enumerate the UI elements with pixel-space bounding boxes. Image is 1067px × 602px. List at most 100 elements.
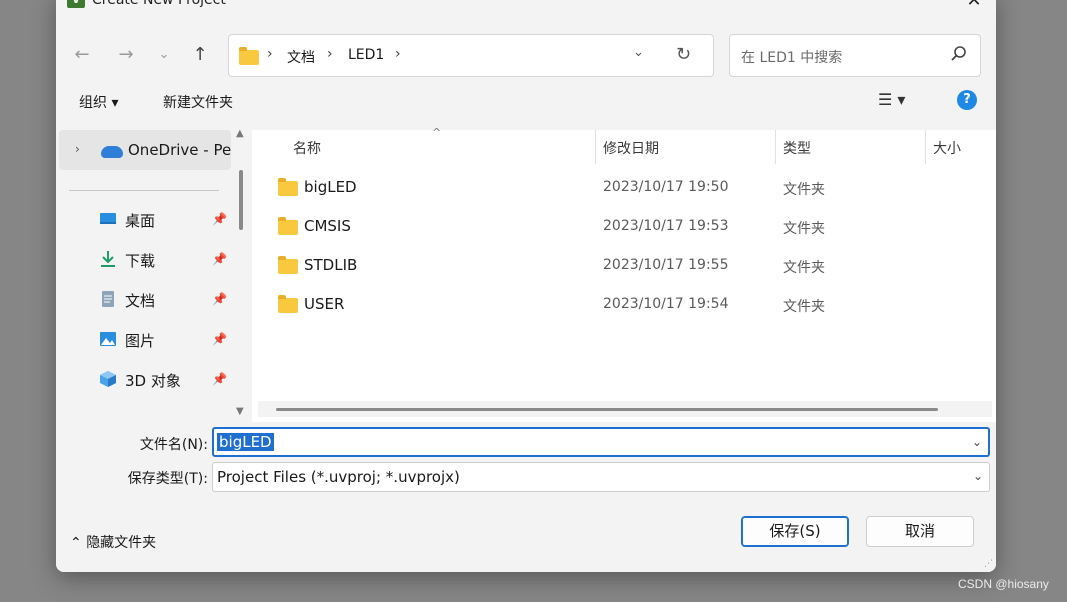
- back-arrow-icon[interactable]: ←: [70, 44, 94, 68]
- file-list-horizontal-scrollbar[interactable]: [258, 401, 992, 417]
- file-date: 2023/10/17 19:55: [603, 257, 729, 273]
- scroll-down-icon[interactable]: ▼: [236, 406, 244, 417]
- folder-icon: [278, 256, 298, 274]
- file-name: CMSIS: [304, 217, 351, 235]
- sidebar-item-downloads[interactable]: 下载 📌: [56, 243, 231, 277]
- scroll-thumb[interactable]: [239, 170, 243, 230]
- column-header-type[interactable]: 类型: [783, 138, 811, 158]
- file-type: 文件夹: [783, 260, 825, 276]
- file-row-user[interactable]: USER 2023/10/17 19:54 文件夹: [252, 286, 996, 325]
- breadcrumb-documents[interactable]: 文档: [287, 47, 315, 67]
- address-bar[interactable]: › 文档 › LED1 › ⌄ ↻: [228, 34, 714, 77]
- breadcrumb-separator: ›: [267, 46, 273, 62]
- pin-icon[interactable]: 📌: [212, 292, 227, 306]
- pin-icon[interactable]: 📌: [212, 252, 227, 266]
- desktop-icon: [100, 213, 116, 224]
- sidebar-item-pictures[interactable]: 图片 📌: [56, 323, 231, 357]
- column-divider[interactable]: [595, 130, 596, 164]
- file-name: USER: [304, 295, 345, 313]
- command-bar: 组织 ▾ 新建文件夹 ☰ ▾ ?: [56, 82, 996, 120]
- sort-ascending-icon: ^: [432, 126, 442, 139]
- download-icon: [101, 251, 115, 267]
- file-row-bigled[interactable]: bigLED 2023/10/17 19:50 文件夹: [252, 169, 996, 208]
- sidebar-item-desktop[interactable]: 桌面 📌: [56, 203, 231, 237]
- watermark: CSDN @hiosany: [958, 577, 1049, 591]
- file-row-stdlib[interactable]: STDLIB 2023/10/17 19:55 文件夹: [252, 247, 996, 286]
- help-icon[interactable]: ?: [957, 90, 977, 110]
- search-icon[interactable]: [950, 45, 968, 63]
- new-folder-button[interactable]: 新建文件夹: [163, 92, 233, 112]
- file-date: 2023/10/17 19:53: [603, 218, 729, 234]
- scroll-up-icon[interactable]: ▲: [236, 128, 244, 139]
- refresh-icon[interactable]: ↻: [676, 44, 691, 65]
- file-row-cmsis[interactable]: CMSIS 2023/10/17 19:53 文件夹: [252, 208, 996, 247]
- onedrive-cloud-icon: [101, 146, 123, 158]
- search-input[interactable]: 在 LED1 中搜索: [741, 47, 842, 67]
- sidebar-scrollbar[interactable]: ▲ ▼: [232, 128, 250, 422]
- chevron-down-icon[interactable]: ⌄: [973, 469, 983, 483]
- sidebar-item-onedrive[interactable]: › OneDrive - Per: [59, 130, 234, 170]
- search-box[interactable]: 在 LED1 中搜索: [729, 34, 981, 77]
- sidebar-item-label: 桌面: [125, 212, 156, 230]
- file-name: bigLED: [304, 178, 357, 196]
- filetype-select[interactable]: Project Files (*.uvproj; *.uvprojx) ⌄: [212, 462, 990, 492]
- breadcrumb-led1[interactable]: LED1: [348, 47, 384, 63]
- sidebar-divider: [69, 190, 219, 191]
- expand-chevron-icon[interactable]: ›: [75, 142, 80, 156]
- sidebar-item-label: 文档: [125, 292, 156, 310]
- breadcrumb-separator: ›: [327, 46, 333, 62]
- file-date: 2023/10/17 19:50: [603, 179, 729, 195]
- breadcrumb-separator: ›: [395, 46, 401, 62]
- hide-folders-label: 隐藏文件夹: [86, 535, 157, 551]
- pin-icon[interactable]: 📌: [212, 212, 227, 226]
- recent-locations-chevron-icon[interactable]: ⌄: [152, 44, 176, 68]
- file-type: 文件夹: [783, 182, 825, 198]
- folder-icon: [239, 47, 259, 65]
- address-dropdown-chevron-icon[interactable]: ⌄: [633, 45, 644, 60]
- navigation-pane: › OneDrive - Per 桌面 📌 下载 📌 文档 📌 图片 📌 3D …: [56, 128, 250, 422]
- content-area: › OneDrive - Per 桌面 📌 下载 📌 文档 📌 图片 📌 3D …: [56, 126, 996, 422]
- resize-grip-icon[interactable]: ⋰: [984, 559, 993, 569]
- pin-icon[interactable]: 📌: [212, 372, 227, 386]
- documents-icon: [102, 291, 114, 307]
- forward-arrow-icon[interactable]: →: [114, 44, 138, 68]
- column-divider[interactable]: [925, 130, 926, 164]
- sidebar-item-label: 图片: [125, 332, 156, 350]
- up-arrow-icon[interactable]: ↑: [188, 44, 212, 68]
- file-list: 名称 ^ 修改日期 类型 大小 bigLED 2023/10/17 19:50 …: [252, 126, 996, 422]
- navigation-bar: ← → ⌄ ↑ › 文档 › LED1 › ⌄ ↻ 在 LED1 中搜索: [56, 20, 996, 82]
- save-dialog: V Create New Project ✕ ← → ⌄ ↑ › 文档 › LE…: [56, 0, 996, 572]
- file-type: 文件夹: [783, 221, 825, 237]
- file-date: 2023/10/17 19:54: [603, 296, 729, 312]
- close-button[interactable]: ✕: [962, 0, 986, 12]
- sidebar-item-3d-objects[interactable]: 3D 对象 📌: [56, 363, 231, 397]
- folder-icon: [278, 178, 298, 196]
- sidebar-item-label: 下载: [125, 252, 156, 270]
- pictures-icon: [100, 332, 116, 346]
- scroll-thumb[interactable]: [276, 408, 938, 411]
- filename-input[interactable]: bigLED ⌄: [212, 427, 990, 457]
- column-header-name[interactable]: 名称: [293, 138, 321, 158]
- folder-icon: [278, 217, 298, 235]
- title-bar: V Create New Project ✕: [56, 0, 996, 20]
- sidebar-item-label: 3D 对象: [125, 372, 181, 390]
- filename-label: 文件名(N):: [139, 437, 208, 453]
- pin-icon[interactable]: 📌: [212, 332, 227, 346]
- save-button[interactable]: 保存(S): [741, 516, 849, 547]
- app-icon: V: [67, 0, 85, 8]
- organize-menu-button[interactable]: 组织 ▾: [79, 92, 118, 112]
- hide-folders-button[interactable]: ⌃ 隐藏文件夹: [70, 532, 156, 552]
- view-options-icon[interactable]: ☰ ▾: [878, 90, 905, 109]
- chevron-up-icon: ⌃: [70, 535, 82, 551]
- filetype-value: Project Files (*.uvproj; *.uvprojx): [217, 468, 460, 486]
- chevron-down-icon[interactable]: ⌄: [972, 435, 982, 449]
- filename-value[interactable]: bigLED: [217, 433, 274, 451]
- column-header-date[interactable]: 修改日期: [603, 138, 659, 158]
- 3d-objects-icon: [100, 371, 116, 387]
- cancel-button[interactable]: 取消: [866, 516, 974, 547]
- file-name: STDLIB: [304, 256, 358, 274]
- file-type: 文件夹: [783, 299, 825, 315]
- sidebar-item-documents[interactable]: 文档 📌: [56, 283, 231, 317]
- column-header-size[interactable]: 大小: [933, 138, 961, 158]
- column-divider[interactable]: [775, 130, 776, 164]
